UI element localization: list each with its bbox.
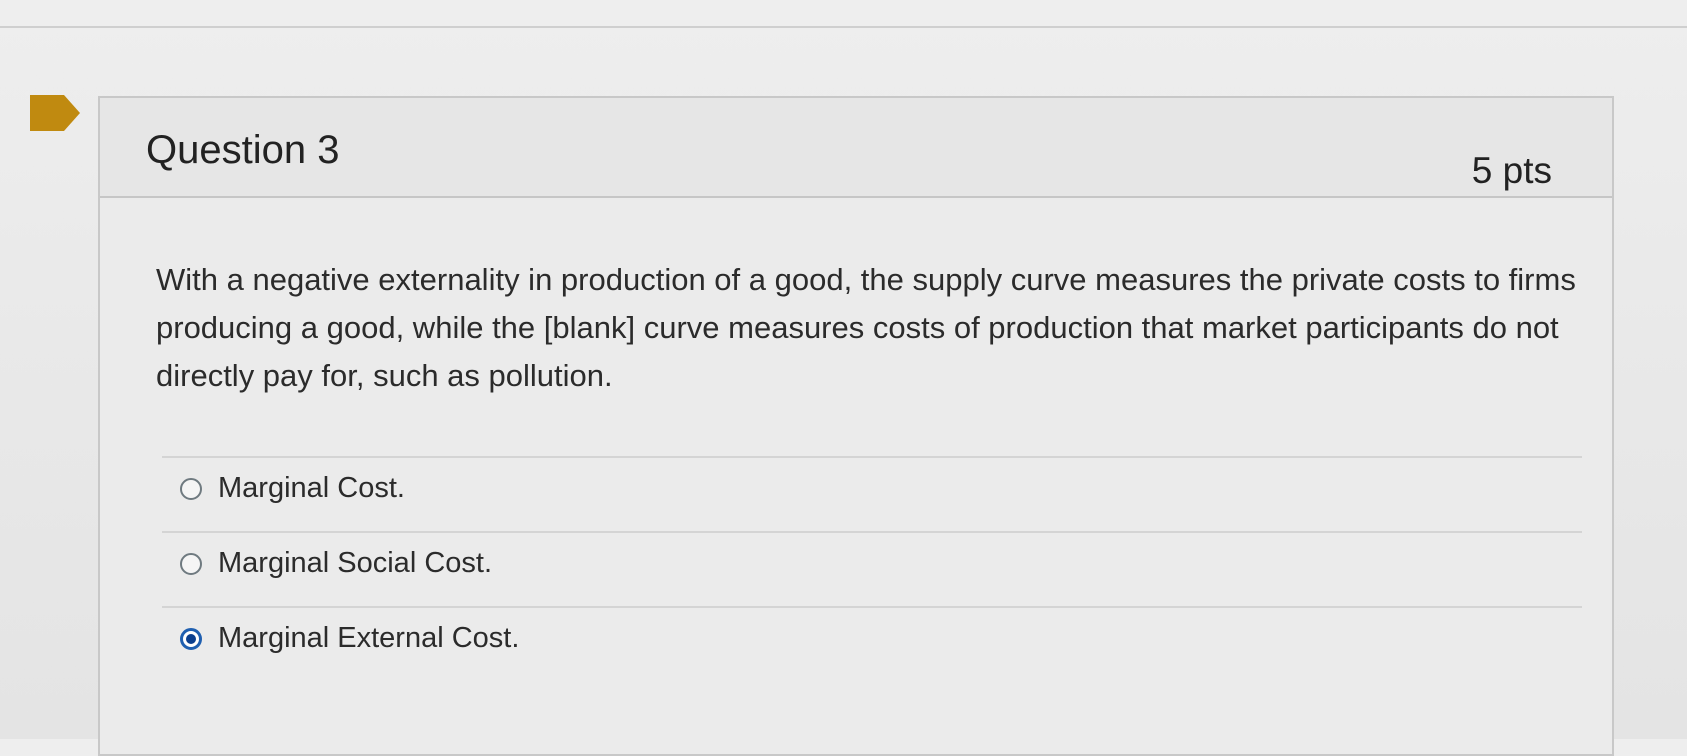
answer-option-marginal-cost[interactable]: Marginal Cost.	[162, 456, 1582, 531]
answer-label[interactable]: Marginal Cost.	[218, 472, 405, 505]
radio-button[interactable]	[180, 478, 202, 500]
radio-button[interactable]	[180, 553, 202, 575]
answer-option-marginal-external-cost[interactable]: Marginal External Cost.	[162, 606, 1582, 681]
question-title: Question 3	[146, 128, 340, 172]
answer-label[interactable]: Marginal Social Cost.	[218, 547, 492, 580]
question-card: Question 3 5 pts With a negative externa…	[98, 96, 1614, 756]
answer-option-marginal-social-cost[interactable]: Marginal Social Cost.	[162, 531, 1582, 606]
flag-icon[interactable]	[30, 95, 80, 131]
question-text: With a negative externality in productio…	[156, 262, 1576, 393]
page-divider	[0, 26, 1687, 28]
question-header: Question 3 5 pts	[100, 98, 1612, 198]
question-points: 5 pts	[1471, 150, 1552, 191]
radio-button-selected[interactable]	[180, 628, 202, 650]
answer-list: Marginal Cost. Marginal Social Cost. Mar…	[162, 456, 1582, 681]
answer-label[interactable]: Marginal External Cost.	[218, 622, 519, 655]
